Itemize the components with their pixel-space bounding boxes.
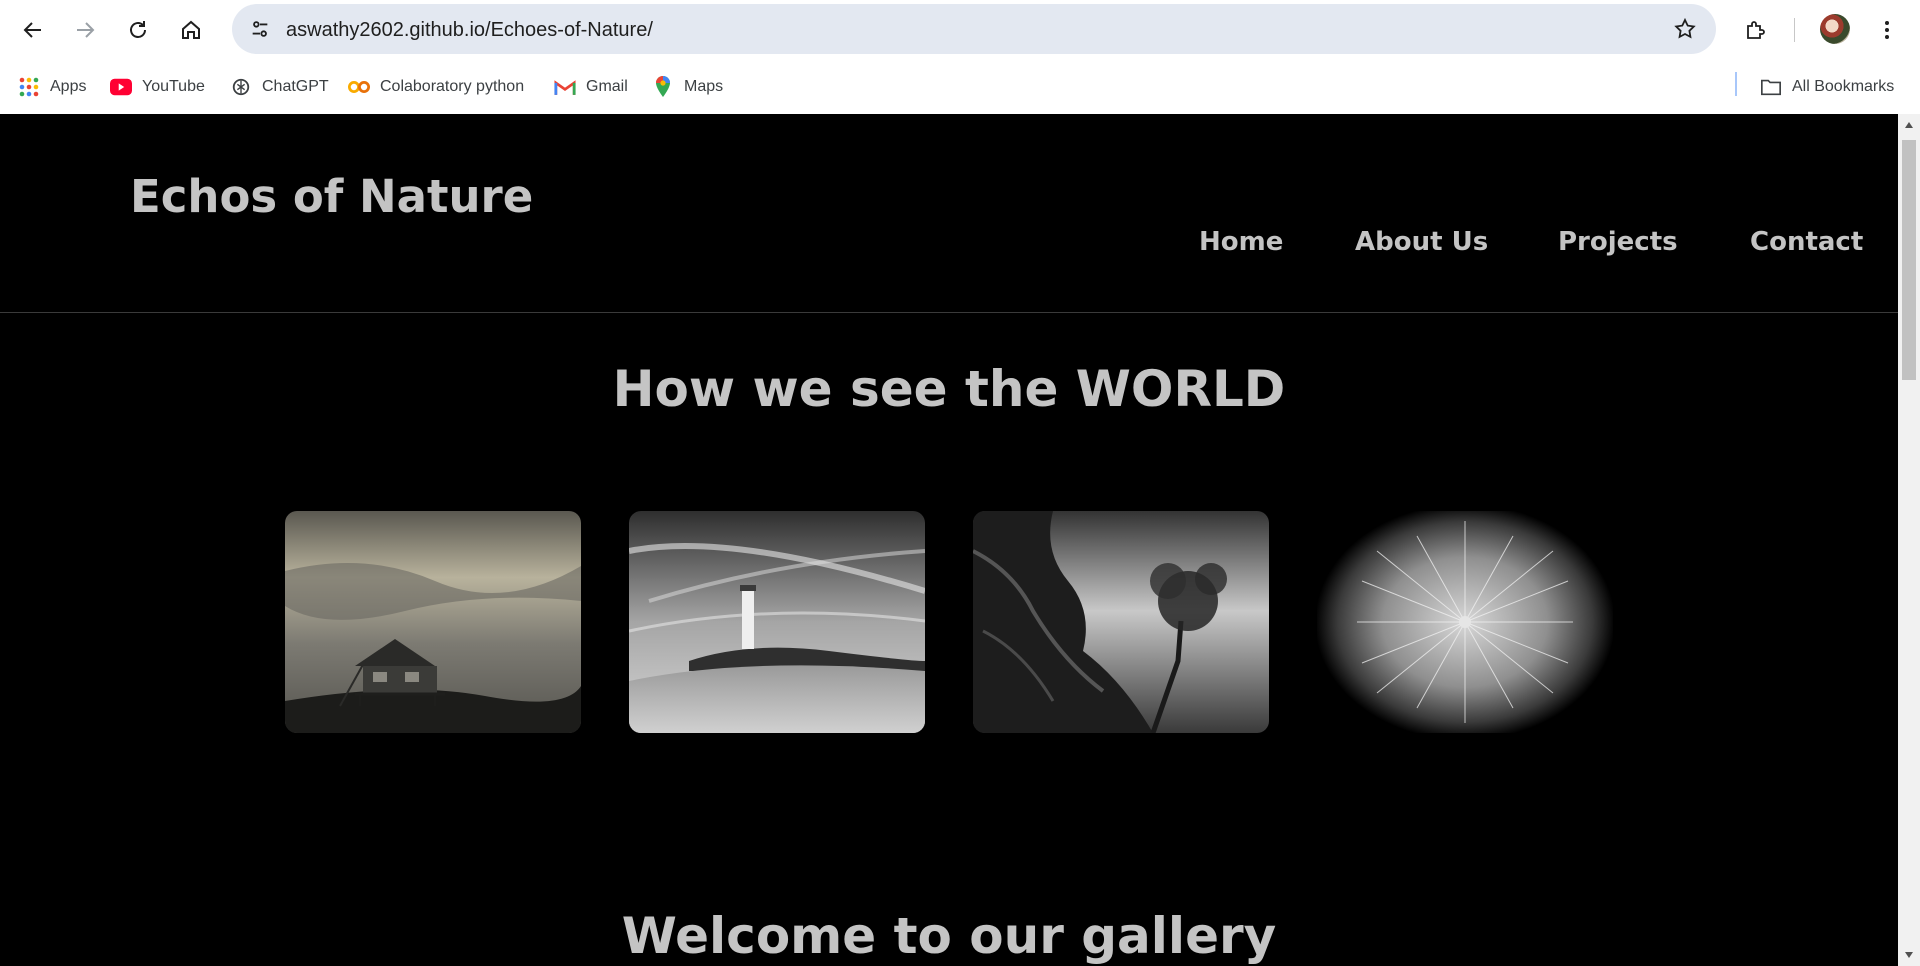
bookmark-youtube[interactable]: YouTube xyxy=(110,74,205,100)
bookmark-colab[interactable]: Colaboratory python xyxy=(348,74,524,100)
colab-icon xyxy=(348,76,370,98)
bookmark-chatgpt[interactable]: ChatGPT xyxy=(230,74,329,100)
extensions-button[interactable] xyxy=(1736,11,1774,49)
star-icon xyxy=(1674,17,1696,39)
more-vertical-icon xyxy=(1885,21,1889,39)
lighthouse-photo[interactable] xyxy=(629,511,925,733)
bookmark-maps[interactable]: Maps xyxy=(652,74,723,100)
bookmark-label: Colaboratory python xyxy=(380,78,525,95)
profile-avatar[interactable] xyxy=(1820,14,1850,44)
page-scrollbar[interactable] xyxy=(1898,114,1920,966)
home-icon xyxy=(182,20,200,39)
tune-icon xyxy=(252,21,268,37)
bookmark-label: Apps xyxy=(50,78,87,95)
bookmarks-bar: Apps YouTube ChatGPT Colaboratory python… xyxy=(0,60,1920,114)
gmail-icon xyxy=(554,76,576,98)
site-info-button[interactable] xyxy=(242,11,278,47)
reload-icon xyxy=(130,21,146,38)
rock-and-tree-photo[interactable] xyxy=(973,511,1269,733)
folder-icon xyxy=(1760,76,1782,98)
puzzle-icon xyxy=(1747,21,1765,39)
gallery-title: Welcome to our gallery xyxy=(621,907,1277,965)
house-on-hill-photo[interactable] xyxy=(285,511,581,733)
all-bookmarks-label: All Bookmarks xyxy=(1792,78,1895,95)
back-button[interactable] xyxy=(14,11,52,49)
site-logo[interactable]: Echos of Nature xyxy=(130,170,533,223)
nav-link-projects[interactable]: Projects xyxy=(1558,227,1678,257)
section-title: How we see the WORLD xyxy=(612,360,1286,418)
bookmark-label: ChatGPT xyxy=(262,78,329,95)
address-bar[interactable]: aswathy2602.github.io/Echoes-of-Nature/ xyxy=(232,4,1716,54)
site-nav: Home About Us Projects Contact xyxy=(0,227,1898,267)
forward-button[interactable] xyxy=(66,11,104,49)
browser-menu-button[interactable] xyxy=(1872,11,1902,49)
toolbar-divider xyxy=(1794,18,1795,42)
bookmark-label: Maps xyxy=(684,78,724,95)
chatgpt-icon xyxy=(230,76,252,98)
home-button[interactable] xyxy=(172,11,210,49)
bookmark-label: Gmail xyxy=(586,78,628,95)
bookmark-apps[interactable]: Apps xyxy=(18,74,86,100)
header-divider xyxy=(0,312,1898,313)
nav-link-contact[interactable]: Contact xyxy=(1750,227,1863,257)
maps-icon xyxy=(652,76,674,98)
apps-grid-icon xyxy=(18,76,40,98)
nav-link-about-us[interactable]: About Us xyxy=(1355,227,1488,257)
nav-link-home[interactable]: Home xyxy=(1199,227,1283,257)
arrow-right-icon xyxy=(77,22,95,38)
all-bookmarks-button[interactable]: All Bookmarks xyxy=(1760,74,1894,100)
scroll-thumb[interactable] xyxy=(1902,140,1916,380)
bookmark-gmail[interactable]: Gmail xyxy=(554,74,628,100)
bookmark-star-button[interactable] xyxy=(1668,12,1702,46)
youtube-icon xyxy=(110,76,132,98)
reload-button[interactable] xyxy=(119,11,157,49)
bookmarks-divider xyxy=(1735,72,1737,96)
browser-toolbar: aswathy2602.github.io/Echoes-of-Nature/ xyxy=(0,0,1920,60)
arrow-left-icon xyxy=(23,22,41,38)
bookmark-label: YouTube xyxy=(142,78,205,95)
url-text[interactable]: aswathy2602.github.io/Echoes-of-Nature/ xyxy=(286,19,653,42)
page-viewport: Echos of Nature Home About Us Projects C… xyxy=(0,114,1898,966)
scroll-down-icon[interactable] xyxy=(1904,950,1914,960)
dandelion-photo[interactable] xyxy=(1317,511,1613,733)
scroll-up-icon[interactable] xyxy=(1904,120,1914,130)
